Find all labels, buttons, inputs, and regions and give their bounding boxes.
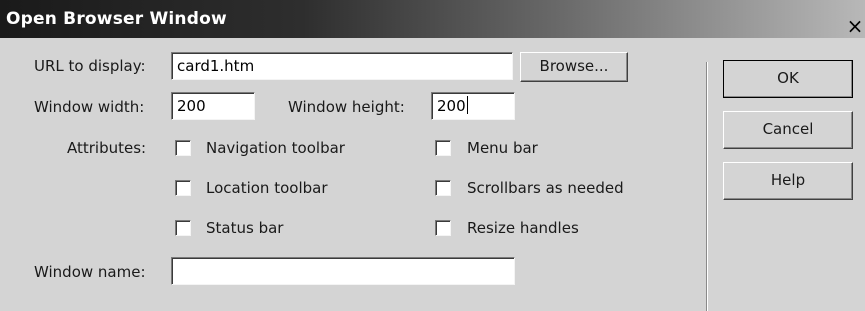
window-height-value: 200 bbox=[437, 97, 466, 115]
resize-handles-label[interactable]: Resize handles bbox=[467, 219, 579, 237]
scrollbars-checkbox[interactable] bbox=[435, 180, 451, 196]
menu-bar-checkbox[interactable] bbox=[435, 140, 451, 156]
url-label: URL to display: bbox=[34, 57, 146, 75]
status-bar-label[interactable]: Status bar bbox=[206, 219, 283, 237]
resize-handles-checkbox[interactable] bbox=[435, 220, 451, 236]
menu-bar-label[interactable]: Menu bar bbox=[467, 139, 538, 157]
vertical-divider bbox=[706, 62, 708, 311]
dialog-title: Open Browser Window bbox=[6, 9, 227, 29]
window-name-label: Window name: bbox=[34, 263, 146, 281]
help-button[interactable]: Help bbox=[723, 162, 853, 200]
ok-button[interactable]: OK bbox=[723, 60, 853, 98]
window-width-label: Window width: bbox=[34, 98, 145, 116]
location-toolbar-checkbox[interactable] bbox=[175, 180, 191, 196]
status-bar-checkbox[interactable] bbox=[175, 220, 191, 236]
close-icon[interactable]: × bbox=[845, 14, 865, 38]
navigation-toolbar-label[interactable]: Navigation toolbar bbox=[206, 139, 345, 157]
location-toolbar-label[interactable]: Location toolbar bbox=[206, 179, 328, 197]
navigation-toolbar-checkbox[interactable] bbox=[175, 140, 191, 156]
window-height-input[interactable]: 200 bbox=[431, 92, 515, 120]
window-name-input[interactable] bbox=[171, 257, 515, 285]
window-width-value: 200 bbox=[177, 97, 206, 115]
cancel-button[interactable]: Cancel bbox=[723, 111, 853, 149]
title-bar[interactable]: Open Browser Window × bbox=[0, 0, 865, 38]
window-height-label: Window height: bbox=[288, 98, 405, 116]
scrollbars-label[interactable]: Scrollbars as needed bbox=[467, 179, 624, 197]
attributes-label: Attributes: bbox=[67, 139, 147, 157]
text-cursor bbox=[466, 96, 468, 114]
window-width-input[interactable]: 200 bbox=[171, 92, 255, 120]
url-input[interactable]: card1.htm bbox=[171, 52, 513, 80]
url-value: card1.htm bbox=[177, 57, 255, 75]
dialog-body: URL to display: card1.htm Browse... Wind… bbox=[0, 38, 865, 311]
browse-button[interactable]: Browse... bbox=[520, 52, 628, 82]
